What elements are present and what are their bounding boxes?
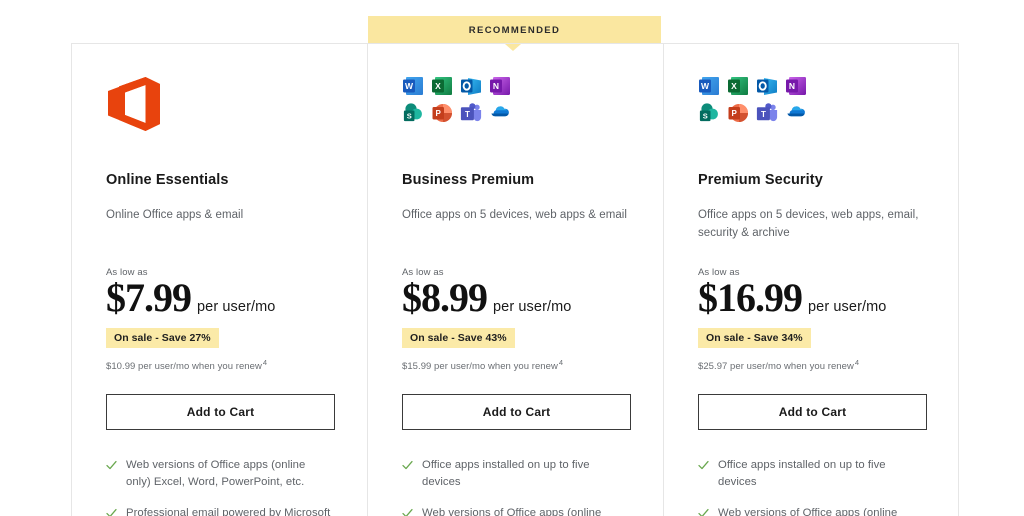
price-row: $16.99 per user/mo bbox=[698, 276, 924, 319]
feature-item: Office apps installed on up to five devi… bbox=[402, 457, 629, 491]
svg-text:N: N bbox=[493, 81, 499, 91]
price-unit: per user/mo bbox=[493, 299, 572, 315]
sale-badge: On sale - Save 27% bbox=[106, 328, 219, 349]
pricing-card-list: Online Essentials Online Office apps & e… bbox=[71, 43, 959, 516]
add-to-cart-button[interactable]: Add to Cart bbox=[106, 394, 335, 431]
excel-icon: X bbox=[431, 75, 453, 97]
feature-text: Web versions of Office apps (online only… bbox=[718, 507, 898, 516]
svg-text:S: S bbox=[703, 112, 708, 121]
feature-item: Web versions of Office apps (online only… bbox=[106, 457, 333, 491]
check-icon bbox=[402, 508, 413, 516]
svg-text:N: N bbox=[789, 81, 795, 91]
sharepoint-icon: S bbox=[698, 102, 720, 124]
feature-list: Office apps installed on up to five devi… bbox=[402, 457, 629, 516]
recommended-ribbon-label: RECOMMENDED bbox=[468, 24, 561, 36]
renew-footnote-marker: 4 bbox=[558, 358, 564, 368]
recommended-ribbon: RECOMMENDED bbox=[368, 16, 661, 44]
powerpoint-icon: P bbox=[431, 102, 453, 124]
renew-note-text: $10.99 per user/mo when you renew bbox=[106, 361, 262, 373]
pricing-card-business-premium: W X N S P T Business Premium Office apps… bbox=[367, 43, 663, 516]
word-icon: W bbox=[698, 75, 720, 97]
svg-text:T: T bbox=[761, 110, 766, 119]
renew-footnote-marker: 4 bbox=[854, 358, 860, 368]
check-icon bbox=[698, 508, 709, 516]
svg-text:W: W bbox=[405, 81, 414, 91]
feature-item: Web versions of Office apps (online only… bbox=[698, 505, 924, 516]
plan-description: Office apps on 5 devices, web apps, emai… bbox=[698, 209, 919, 239]
svg-text:P: P bbox=[436, 109, 442, 118]
renew-note: $10.99 per user/mo when you renew4 bbox=[106, 358, 333, 372]
onedrive-icon bbox=[785, 102, 807, 124]
sharepoint-icon: S bbox=[402, 102, 424, 124]
feature-text: Professional email powered by Microsoft bbox=[126, 507, 331, 516]
price-block: As low as $8.99 per user/mo On sale - Sa… bbox=[402, 267, 629, 372]
teams-icon: T bbox=[756, 102, 778, 124]
price-unit: per user/mo bbox=[197, 299, 276, 315]
price-block: As low as $16.99 per user/mo On sale - S… bbox=[698, 267, 924, 372]
pricing-card-online-essentials: Online Essentials Online Office apps & e… bbox=[71, 43, 367, 516]
app-icon-grid: W X N S P T bbox=[402, 75, 518, 129]
plan-title: Premium Security bbox=[698, 172, 823, 188]
plan-title: Online Essentials bbox=[106, 172, 229, 188]
renew-footnote-marker: 4 bbox=[262, 358, 268, 368]
excel-icon: X bbox=[727, 75, 749, 97]
feature-text: Web versions of Office apps (online only… bbox=[422, 507, 602, 516]
word-icon: W bbox=[402, 75, 424, 97]
plan-logo bbox=[106, 75, 333, 147]
check-icon bbox=[402, 460, 413, 471]
price-block: As low as $7.99 per user/mo On sale - Sa… bbox=[106, 267, 333, 372]
check-icon bbox=[698, 460, 709, 471]
app-icon-grid: W X N S P T bbox=[698, 75, 814, 129]
pricing-card-premium-security: W X N S P T Premium Security Office apps… bbox=[663, 43, 959, 516]
price-amount: $8.99 bbox=[402, 275, 488, 320]
onenote-icon: N bbox=[489, 75, 511, 97]
sale-badge: On sale - Save 43% bbox=[402, 328, 515, 349]
svg-text:T: T bbox=[465, 110, 470, 119]
feature-item: Web versions of Office apps (online only… bbox=[402, 505, 629, 516]
outlook-icon bbox=[756, 75, 778, 97]
svg-text:S: S bbox=[407, 112, 412, 121]
sale-badge: On sale - Save 34% bbox=[698, 328, 811, 349]
powerpoint-icon: P bbox=[727, 102, 749, 124]
add-to-cart-button[interactable]: Add to Cart bbox=[698, 394, 927, 431]
check-icon bbox=[106, 460, 117, 471]
onedrive-icon bbox=[489, 102, 511, 124]
renew-note-text: $15.99 per user/mo when you renew bbox=[402, 361, 558, 373]
svg-text:W: W bbox=[701, 81, 710, 91]
renew-note: $15.99 per user/mo when you renew4 bbox=[402, 358, 629, 372]
plan-title: Business Premium bbox=[402, 172, 535, 188]
svg-text:P: P bbox=[732, 109, 738, 118]
feature-item: Professional email powered by Microsoft bbox=[106, 505, 333, 516]
feature-list: Office apps installed on up to five devi… bbox=[698, 457, 924, 516]
feature-text: Office apps installed on up to five devi… bbox=[422, 459, 590, 489]
feature-list: Web versions of Office apps (online only… bbox=[106, 457, 333, 516]
feature-text: Web versions of Office apps (online only… bbox=[126, 459, 306, 489]
outlook-icon bbox=[460, 75, 482, 97]
onenote-icon: N bbox=[785, 75, 807, 97]
recommended-ribbon-notch bbox=[505, 44, 521, 51]
check-icon bbox=[106, 508, 117, 516]
plan-description: Online Office apps & email bbox=[106, 209, 244, 221]
feature-item: Office apps installed on up to five devi… bbox=[698, 457, 924, 491]
price-amount: $16.99 bbox=[698, 275, 803, 320]
price-row: $7.99 per user/mo bbox=[106, 276, 333, 319]
add-to-cart-button[interactable]: Add to Cart bbox=[402, 394, 631, 431]
price-amount: $7.99 bbox=[106, 275, 192, 320]
price-row: $8.99 per user/mo bbox=[402, 276, 629, 319]
svg-text:X: X bbox=[731, 81, 737, 91]
renew-note-text: $25.97 per user/mo when you renew bbox=[698, 361, 854, 373]
teams-icon: T bbox=[460, 102, 482, 124]
office-logo-icon bbox=[106, 75, 162, 133]
feature-text: Office apps installed on up to five devi… bbox=[718, 459, 886, 489]
plan-description: Office apps on 5 devices, web apps & ema… bbox=[402, 209, 627, 221]
plan-app-icons: W X N S P T bbox=[698, 75, 924, 147]
price-unit: per user/mo bbox=[808, 299, 887, 315]
pricing-page: RECOMMENDED Online Essentials Online Off… bbox=[0, 0, 1024, 516]
plan-app-icons: W X N S P T bbox=[402, 75, 629, 147]
svg-text:X: X bbox=[435, 81, 441, 91]
renew-note: $25.97 per user/mo when you renew4 bbox=[698, 358, 924, 372]
